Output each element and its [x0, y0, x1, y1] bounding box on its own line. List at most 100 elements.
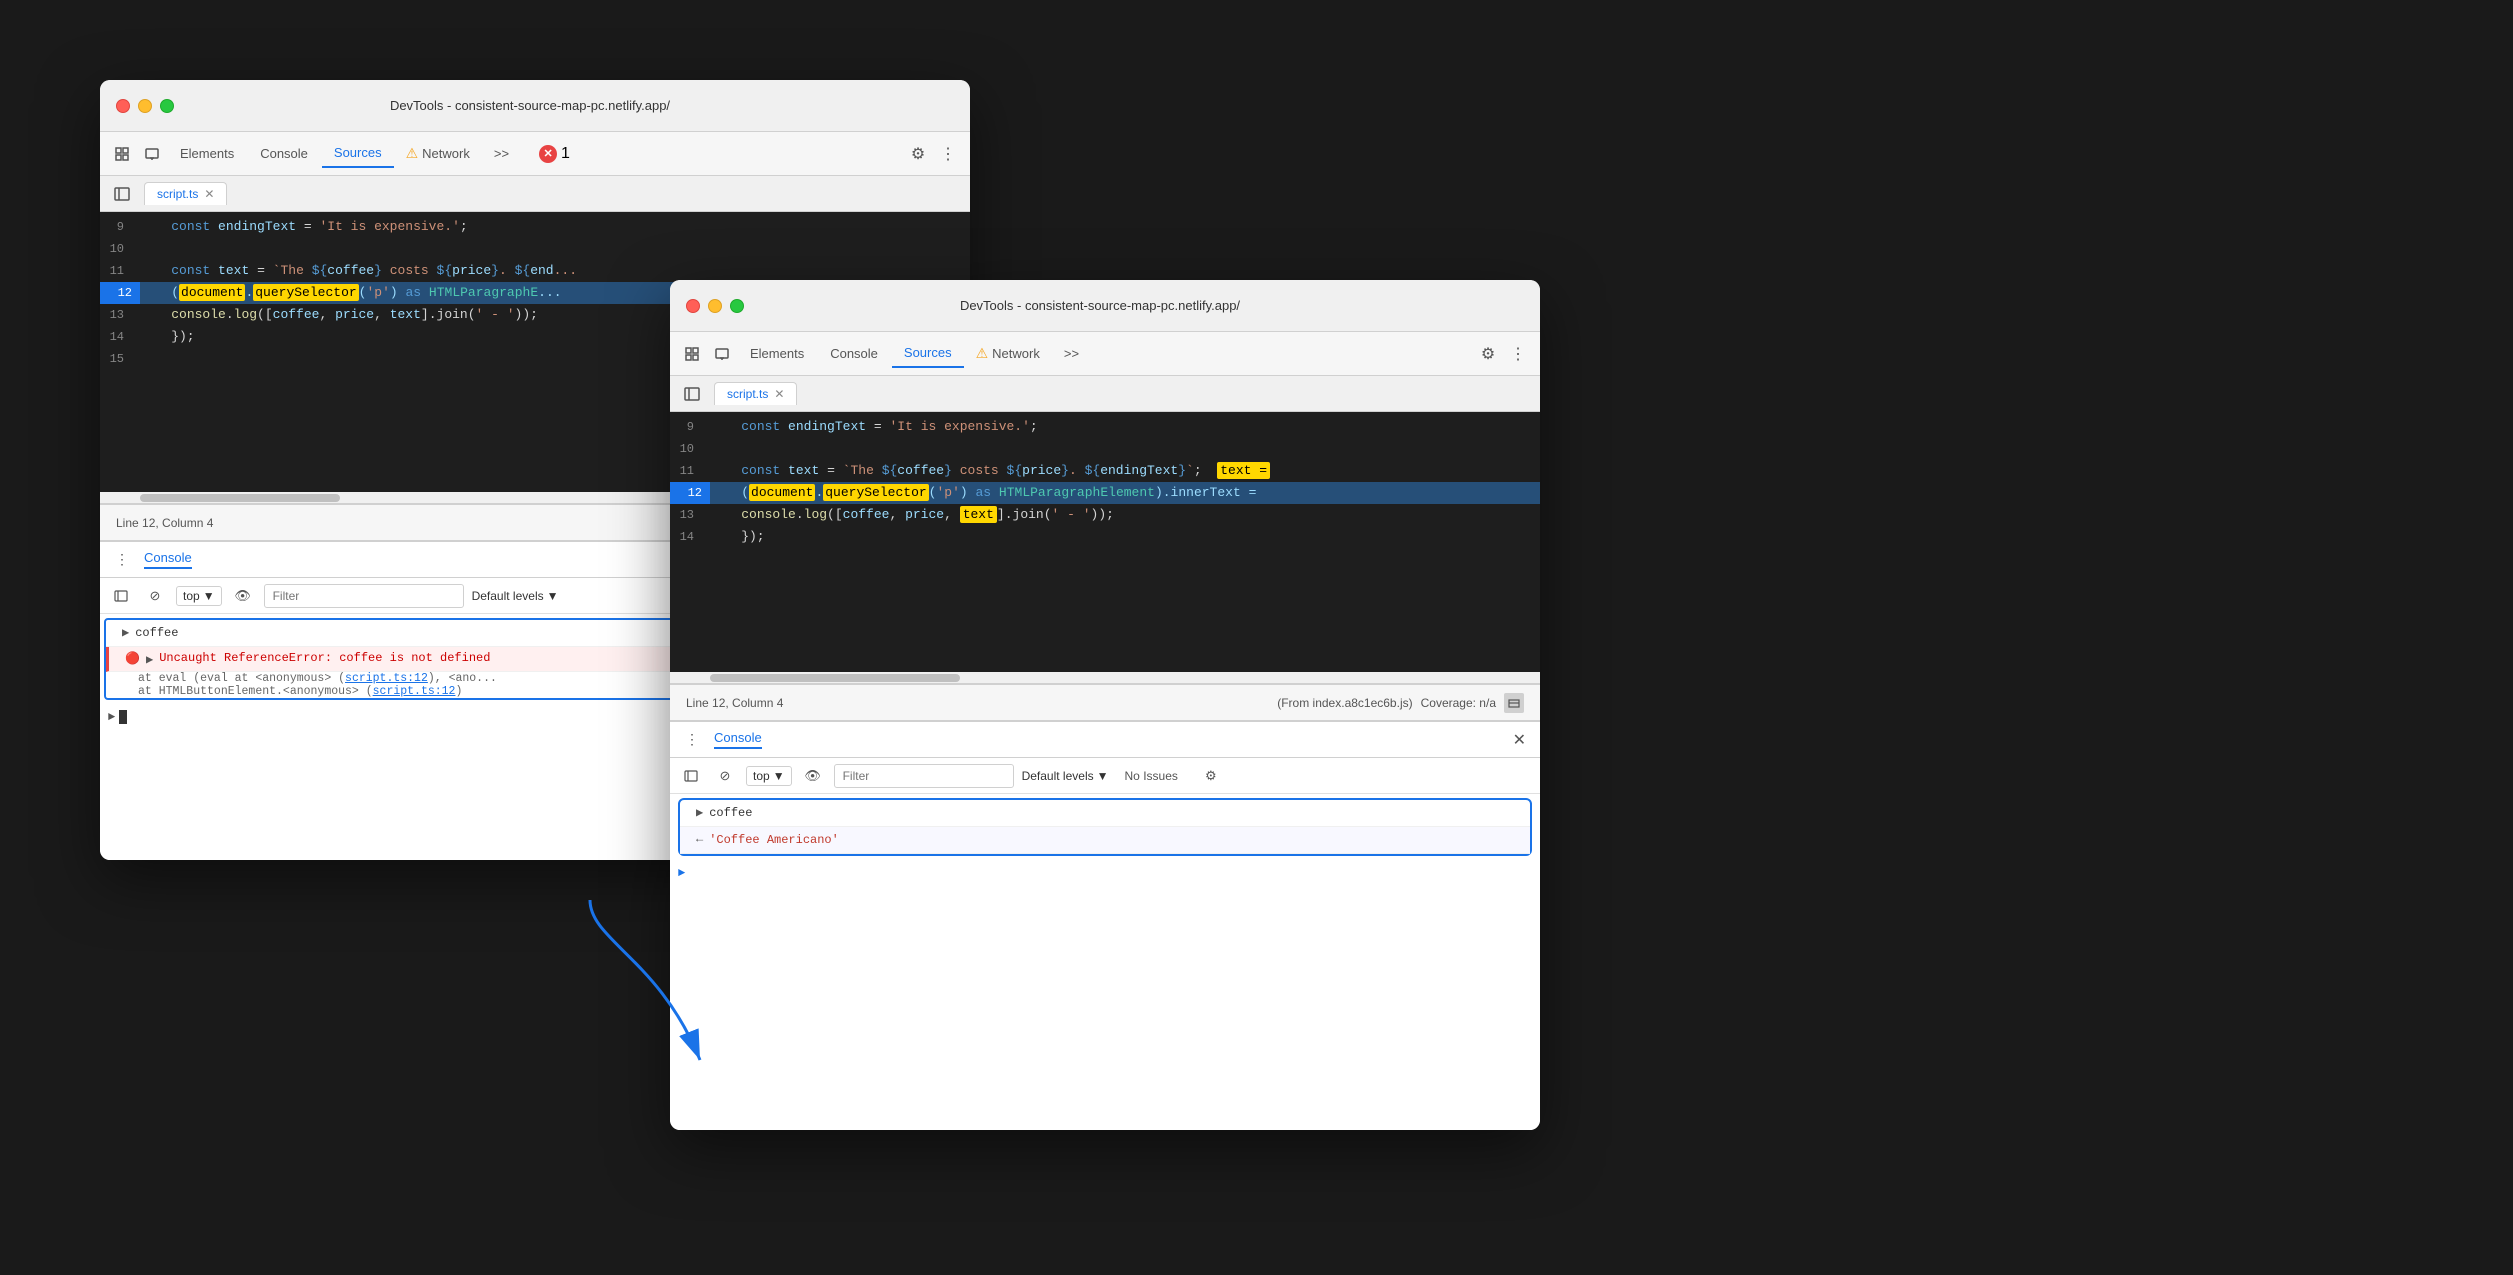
result-arrow-icon: ← [696, 832, 703, 846]
console-toolbar-2: ⊘ top ▼ 👁 Default levels ▼ No Issues ⚙ [670, 758, 1540, 794]
settings-icon-2[interactable]: ⚙ [1474, 340, 1502, 368]
more-options-icon[interactable]: ⋮ [934, 140, 962, 168]
titlebar-2: DevTools - consistent-source-map-pc.netl… [670, 280, 1540, 332]
file-tab-close-2[interactable]: ✕ [774, 387, 784, 401]
file-tab-script[interactable]: script.ts ✕ [144, 182, 227, 205]
console-filter-input[interactable] [264, 584, 464, 608]
console-prompt-2[interactable]: ► [670, 860, 1540, 886]
tab-console-2[interactable]: Console [818, 340, 890, 367]
trace-link-1[interactable]: script.ts:12 [345, 672, 428, 685]
w2-code-line-11: 11 const text = `The ${coffee} costs ${p… [670, 460, 1540, 482]
trace-link-2[interactable]: script.ts:12 [373, 685, 456, 698]
tab-network[interactable]: ⚠ Network [396, 139, 480, 168]
console-filter-input-2[interactable] [834, 764, 1014, 788]
file-tab-script-2[interactable]: script.ts ✕ [714, 382, 797, 405]
no-issues-label: No Issues [1117, 769, 1186, 783]
chevron-down-icon-2: ▼ [547, 589, 559, 603]
scroll-thumb-1 [140, 494, 340, 502]
tab-sources[interactable]: Sources [322, 139, 394, 168]
file-tab-close[interactable]: ✕ [204, 187, 214, 201]
settings-icon[interactable]: ⚙ [904, 140, 932, 168]
coverage-icon[interactable] [1504, 693, 1524, 713]
console-tab[interactable]: Console [144, 550, 192, 569]
console-gear-icon[interactable]: ⚙ [1198, 763, 1224, 789]
console-tab-2[interactable]: Console [714, 730, 762, 749]
file-tab-name-2: script.ts [727, 387, 768, 401]
inspect-icon-2[interactable] [678, 340, 706, 368]
w2-code-line-9: 9 const endingText = 'It is expensive.'; [670, 416, 1540, 438]
context-selector-2[interactable]: top ▼ [746, 766, 792, 786]
console-menu-icon-2[interactable]: ⋮ [678, 726, 706, 754]
console-entry-coffee-2[interactable]: ▶ coffee [680, 800, 1530, 827]
console-sidebar-toggle-2[interactable] [678, 763, 704, 789]
expand-icon-2: ▶ [696, 805, 703, 820]
error-text: Uncaught ReferenceError: coffee is not d… [159, 651, 490, 665]
coverage-text: Coverage: n/a [1421, 696, 1496, 710]
console-header-2: ⋮ Console ✕ [670, 722, 1540, 758]
error-count-icon: ✕ [539, 145, 557, 163]
toolbar-1: Elements Console Sources ⚠ Network >> ✕ … [100, 132, 970, 176]
tab-console[interactable]: Console [248, 140, 320, 167]
inspect-icon[interactable] [108, 140, 136, 168]
console-content-2: ▶ coffee ← 'Coffee Americano' ► [670, 794, 1540, 1130]
chevron-down-icon-3: ▼ [773, 769, 785, 783]
titlebar-1: DevTools - consistent-source-map-pc.netl… [100, 80, 970, 132]
console-eye-icon-2[interactable]: 👁 [800, 763, 826, 789]
error-badge: ✕ 1 [531, 141, 578, 167]
w2-code-line-13: 13 console.log([coffee, price, text].joi… [670, 504, 1540, 526]
tab-network-2[interactable]: ⚠ Network [966, 339, 1050, 368]
console-sidebar-toggle[interactable] [108, 583, 134, 609]
device-icon-2[interactable] [708, 340, 736, 368]
w2-code-line-10: 10 [670, 438, 1540, 460]
tab-more[interactable]: >> [482, 140, 521, 167]
code-editor-2[interactable]: 9 const endingText = 'It is expensive.';… [670, 412, 1540, 672]
console-entry-result[interactable]: ← 'Coffee Americano' [680, 827, 1530, 854]
tab-sources-2[interactable]: Sources [892, 339, 964, 368]
warn-icon-2: ⚠ [976, 345, 989, 362]
context-selector[interactable]: top ▼ [176, 586, 222, 606]
file-tab-name: script.ts [157, 187, 198, 201]
code-line-10: 10 [100, 238, 970, 260]
window-title-2: DevTools - consistent-source-map-pc.netl… [676, 298, 1524, 313]
result-outline-box: ▶ coffee ← 'Coffee Americano' [678, 798, 1532, 856]
sidebar-toggle-1[interactable] [108, 180, 136, 208]
coffee-entry-text-2: coffee [709, 804, 1522, 822]
w2-code-line-12: 12 (document.querySelector('p') as HTMLP… [670, 482, 1540, 504]
chevron-down-icon-4: ▼ [1097, 769, 1109, 783]
file-tabs-1: script.ts ✕ [100, 176, 970, 212]
status-position: Line 12, Column 4 [116, 516, 213, 530]
console-close-button[interactable]: ✕ [1507, 728, 1532, 752]
scroll-thumb-2 [710, 674, 960, 682]
warn-icon: ⚠ [406, 145, 419, 162]
default-levels-selector-2[interactable]: Default levels ▼ [1022, 769, 1109, 783]
expand-icon-error: ▶ [146, 652, 153, 667]
console-clear-icon-2[interactable]: ⊘ [712, 763, 738, 789]
expand-icon: ▶ [122, 625, 129, 640]
tab-elements-2[interactable]: Elements [738, 340, 816, 367]
console-clear-icon[interactable]: ⊘ [142, 583, 168, 609]
error-icon: 🔴 [125, 651, 140, 666]
toolbar-2: Elements Console Sources ⚠ Network >> ⚙ … [670, 332, 1540, 376]
console-menu-icon[interactable]: ⋮ [108, 546, 136, 574]
coffee-result-text: 'Coffee Americano' [709, 831, 1522, 849]
error-count: 1 [561, 145, 570, 163]
window-title-1: DevTools - consistent-source-map-pc.netl… [106, 98, 954, 113]
file-tabs-2: script.ts ✕ [670, 376, 1540, 412]
tab-more-2[interactable]: >> [1052, 340, 1091, 367]
devtools-window-2: DevTools - consistent-source-map-pc.netl… [670, 280, 1540, 1130]
device-icon[interactable] [138, 140, 166, 168]
console-section-2: ⋮ Console ✕ ⊘ top ▼ 👁 [670, 720, 1540, 1130]
scrollbar-2[interactable] [670, 672, 1540, 684]
cursor-1 [119, 710, 127, 724]
status-position-2: Line 12, Column 4 [686, 696, 783, 710]
default-levels-selector[interactable]: Default levels ▼ [472, 589, 559, 603]
sidebar-toggle-2[interactable] [678, 380, 706, 408]
w2-code-line-14: 14 }); [670, 526, 1540, 548]
chevron-down-icon: ▼ [203, 589, 215, 603]
tab-elements[interactable]: Elements [168, 140, 246, 167]
code-line-9: 9 const endingText = 'It is expensive.'; [100, 216, 970, 238]
statusbar-2: Line 12, Column 4 (From index.a8c1ec6b.j… [670, 684, 1540, 720]
console-eye-icon[interactable]: 👁 [230, 583, 256, 609]
more-options-icon-2[interactable]: ⋮ [1504, 340, 1532, 368]
code-line-11: 11 const text = `The ${coffee} costs ${p… [100, 260, 970, 282]
